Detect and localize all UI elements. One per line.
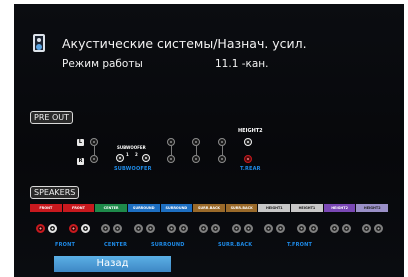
setup-panel: Акустические системы/Назнач. усил. Режим…: [14, 4, 404, 277]
subwoofer-label: SUBWOOFER: [117, 145, 146, 150]
preout-connector: [196, 146, 197, 155]
speaker-terminal: [211, 224, 221, 233]
speaker-terminal: [166, 224, 176, 233]
band-front-r: FRONT: [62, 204, 95, 212]
speaker-terminal: [48, 224, 57, 233]
preout-jack-surr-l: [167, 138, 175, 146]
speaker-terminal: [297, 224, 307, 233]
band-height2-l: HEIGHT2: [323, 204, 356, 212]
speaker-terminal: [243, 224, 253, 233]
band-center: CENTER: [95, 204, 127, 212]
mode-value[interactable]: 11.1 -кан.: [215, 58, 268, 70]
speaker-terminal: [276, 224, 286, 233]
preout-connector: [171, 146, 172, 155]
speaker-terminal: [341, 224, 351, 233]
speaker-terminal: [329, 224, 339, 233]
speaker-terminal: [80, 224, 90, 233]
group-surround-label: SURROUND: [151, 242, 185, 248]
band-surrback-l: SURR.BACK: [193, 204, 225, 212]
group-front-label: FRONT: [55, 242, 76, 248]
speaker-icon: [33, 34, 45, 52]
speaker-terminal: [113, 224, 123, 233]
speaker-terminal: [264, 224, 274, 233]
mode-label: Режим работы: [62, 58, 143, 70]
preout-jack-surr-r: [167, 155, 175, 163]
speaker-terminal: [199, 224, 209, 233]
height2-jack-r: [244, 155, 252, 163]
preout-connector: [94, 146, 95, 155]
speaker-terminal: [133, 224, 143, 233]
speaker-terminal: [145, 224, 155, 233]
band-height1-l: HEIGHT1: [258, 204, 291, 212]
height2-jack-l: [244, 138, 252, 146]
band-height2-r: HEIGHT2: [356, 204, 389, 212]
preout-jack-sb-r: [192, 155, 200, 163]
speaker-terminal: [362, 224, 372, 233]
height2-label: HEIGHT2: [238, 128, 263, 134]
group-tfront-label: T.FRONT: [287, 242, 313, 248]
subwoofer-bottom-label: SUBWOOFER: [114, 166, 152, 172]
band-front-l: FRONT: [30, 204, 62, 212]
back-button[interactable]: Назад: [54, 256, 171, 272]
subwoofer1-jack: [116, 154, 124, 162]
speaker-terminal: [374, 224, 384, 233]
group-center-label: CENTER: [104, 242, 128, 248]
preout-connector: [222, 146, 223, 155]
band-height1-r: HEIGHT1: [291, 204, 323, 212]
sub2-num: 2: [135, 152, 138, 157]
trear-label: T.REAR: [240, 166, 261, 172]
right-tag: R: [77, 158, 84, 165]
speaker-terminal: [101, 224, 111, 233]
pre-out-label: PRE OUT: [30, 111, 74, 124]
preout-jack-h1-l: [218, 138, 226, 146]
subwoofer2-jack: [142, 154, 150, 162]
page-title: Акустические системы/Назнач. усил.: [62, 36, 307, 51]
preout-jack-front-l: [90, 138, 98, 146]
speaker-terminal: [36, 224, 45, 233]
speaker-terminal: [309, 224, 319, 233]
speaker-band-row: FRONT FRONT CENTER SURROUND SURROUND SUR…: [30, 204, 389, 212]
speaker-terminal: [231, 224, 241, 233]
band-surround-r: SURROUND: [160, 204, 193, 212]
group-surrback-label: SURR.BACK: [218, 242, 253, 248]
speakers-label: SPEAKERS: [30, 186, 80, 199]
preout-jack-h1-r: [218, 155, 226, 163]
preout-jack-sb-l: [192, 138, 200, 146]
speaker-terminal: [68, 224, 78, 233]
screen: Акустические системы/Назнач. усил. Режим…: [0, 0, 408, 277]
band-surrback-r: SURR.BACK: [225, 204, 258, 212]
left-tag: L: [77, 139, 84, 146]
speaker-terminals: [30, 224, 388, 236]
sub1-num: 1: [126, 152, 129, 157]
band-surround-l: SURROUND: [127, 204, 160, 212]
preout-jack-front-r: [90, 155, 98, 163]
speaker-terminal: [178, 224, 188, 233]
